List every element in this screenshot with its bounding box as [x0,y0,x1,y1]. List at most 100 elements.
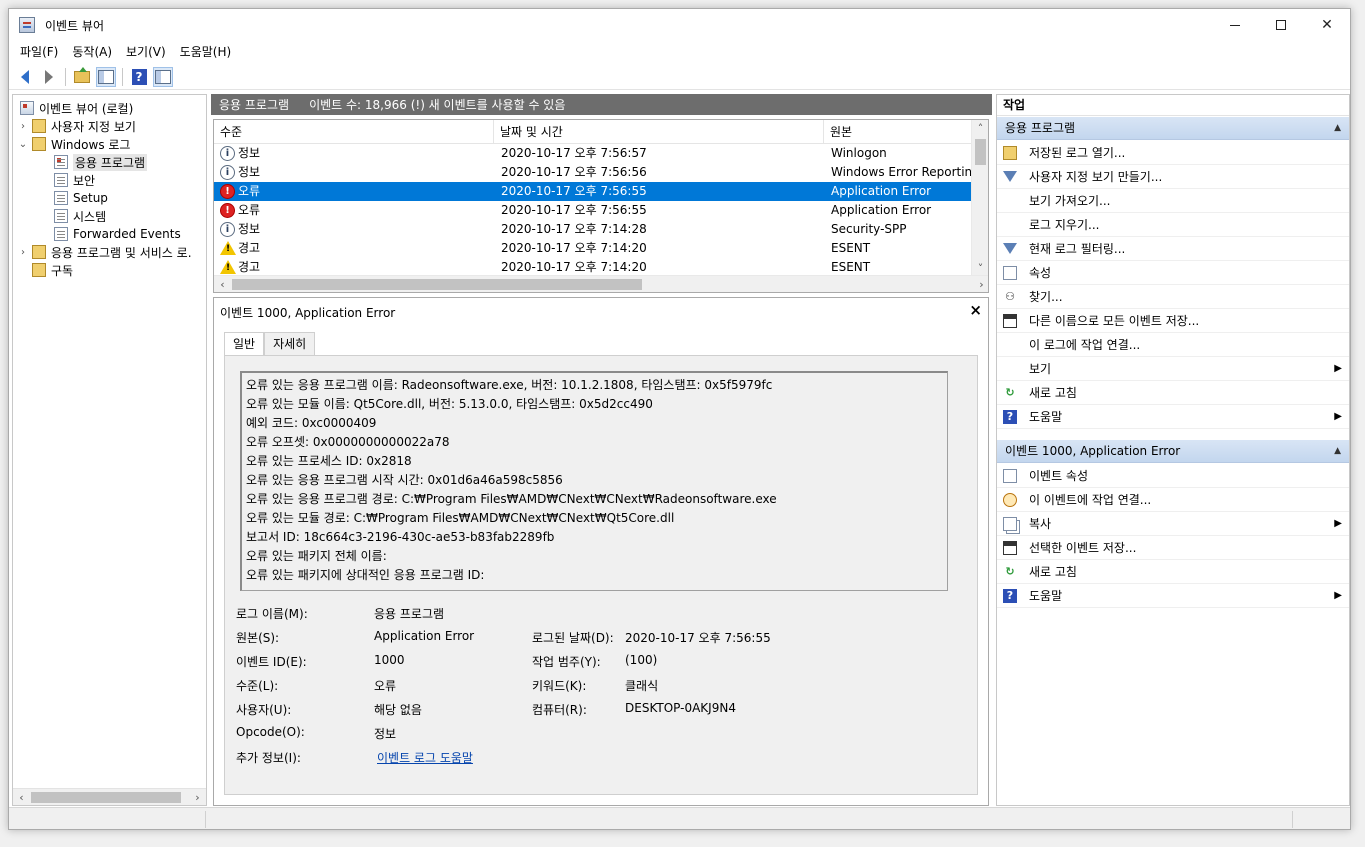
event-row[interactable]: i 정보 2020-10-17 오후 7:14:28 Security-SPP [214,220,972,239]
properties-icon [1003,265,1017,280]
source-cell: ESENT [831,241,871,255]
action-filter-current-log[interactable]: 현재 로그 필터링... [997,237,1349,261]
status-divider [205,811,206,828]
scroll-left-icon[interactable]: ‹ [13,789,30,805]
minimize-button[interactable] [1212,9,1258,41]
info-icon: i [220,146,235,161]
action-help-event[interactable]: ? 도움말 ▶ [997,584,1349,608]
show-hide-action-pane-button[interactable] [153,66,173,87]
tree-item-setup-log[interactable]: Setup [51,189,108,207]
event-row[interactable]: i 정보 2020-10-17 오후 7:56:57 Winlogon [214,144,972,163]
maximize-button[interactable] [1258,9,1304,41]
console-tree: 이벤트 뷰어 (로컬) › 사용자 지정 보기 ⌄ Windows 로그 응용 … [12,94,207,806]
source-cell: Application Error [831,203,932,217]
action-save-all-events-as[interactable]: 다른 이름으로 모든 이벤트 저장... [997,309,1349,333]
general-tab-panel: 오류 있는 응용 프로그램 이름: Radeonsoftware.exe, 버전… [224,355,978,795]
scroll-right-icon[interactable]: › [973,276,988,292]
help-button[interactable]: ? [129,67,149,87]
menu-help[interactable]: 도움말(H) [173,41,239,63]
detail-close-icon[interactable]: × [969,301,982,319]
event-row[interactable]: ! 오류 2020-10-17 오후 7:56:55 Application Erro… [214,182,972,201]
action-event-properties[interactable]: 이벤트 속성 [997,464,1349,488]
action-import-view[interactable]: 보기 가져오기... [997,189,1349,213]
action-help[interactable]: ? 도움말 ▶ [997,405,1349,429]
action-label: 새로 고침 [1029,565,1077,579]
action-label: 사용자 지정 보기 만들기... [1029,170,1163,184]
event-log-help-link[interactable]: 이벤트 로그 도움말 [377,749,473,766]
source-label: 원본(S): [236,631,280,645]
show-hide-tree-button[interactable] [96,66,116,87]
action-create-custom-view[interactable]: 사용자 지정 보기 만들기... [997,165,1349,189]
scroll-right-icon[interactable]: › [189,789,206,805]
scroll-left-icon[interactable]: ‹ [214,276,231,292]
level-cell: 경고 [238,241,261,255]
event-description[interactable]: 오류 있는 응용 프로그램 이름: Radeonsoftware.exe, 버전… [240,371,948,591]
actions-section-application[interactable]: 응용 프로그램 ▲ [997,117,1349,140]
scrollbar-thumb[interactable] [975,139,986,165]
tree-item-label: Windows 로그 [51,137,131,152]
column-header-source[interactable]: 원본 [824,120,972,144]
tree-item-application-log[interactable]: 응용 프로그램 [51,153,148,171]
tab-details[interactable]: 자세히 [264,332,316,355]
menu-file[interactable]: 파일(F) [13,41,65,63]
collapse-caret-icon[interactable]: ▲ [1334,440,1341,463]
event-row[interactable]: ! 경고 2020-10-17 오후 7:14:20 ESENT [214,239,972,258]
description-line: 오류 있는 응용 프로그램 시작 시간: 0x01d6a46a598c5856 [246,473,563,487]
chevron-right-icon[interactable]: › [17,121,29,132]
column-header-datetime[interactable]: 날짜 및 시간 [494,120,824,144]
tree-item-subscriptions[interactable]: 구독 [29,261,73,279]
status-divider [1292,811,1293,828]
close-button[interactable]: ✕ [1304,9,1350,41]
description-line: 오류 있는 응용 프로그램 이름: Radeonsoftware.exe, 버전… [246,378,773,392]
description-line: 보고서 ID: 18c664c3-2196-430c-ae53-b83fab22… [246,530,555,544]
action-copy[interactable]: 복사 ▶ [997,512,1349,536]
menu-view[interactable]: 보기(V) [119,41,173,63]
scrollbar-thumb[interactable] [31,792,181,803]
action-open-saved-log[interactable]: 저장된 로그 열기... [997,141,1349,165]
action-attach-task-to-event[interactable]: 이 이벤트에 작업 연결... [997,488,1349,512]
menu-action[interactable]: 동작(A) [65,41,119,63]
scrollbar-thumb[interactable] [232,279,642,290]
event-row[interactable]: i 정보 2020-10-17 오후 7:56:56 Windows Error Re… [214,163,972,182]
tree-horizontal-scrollbar[interactable]: ‹ › [13,788,206,805]
action-refresh-event[interactable]: ↻ 새로 고침 [997,560,1349,584]
warning-mark: ! [226,263,231,273]
tab-general[interactable]: 일반 [224,332,265,356]
column-header-level[interactable]: 수준 [214,120,494,144]
level-value: 오류 [374,679,397,693]
action-label: 저장된 로그 열기... [1029,146,1126,160]
collapse-caret-icon[interactable]: ▲ [1334,117,1341,140]
actions-section-event[interactable]: 이벤트 1000, Application Error ▲ [997,440,1349,463]
menu-bar: 파일(F) 동작(A) 보기(V) 도움말(H) [9,41,1350,63]
action-clear-log[interactable]: 로그 지우기... [997,213,1349,237]
action-view[interactable]: 보기 ▶ [997,357,1349,381]
scroll-up-icon[interactable]: ˄ [972,120,988,137]
forward-button[interactable] [39,67,59,87]
action-label: 이 이벤트에 작업 연결... [1029,493,1152,507]
tree-item-windows-logs[interactable]: ⌄ Windows 로그 [17,135,130,153]
tree-item-custom-views[interactable]: › 사용자 지정 보기 [17,117,136,135]
action-save-selected-events[interactable]: 선택한 이벤트 저장... [997,536,1349,560]
chevron-right-icon[interactable]: › [17,247,29,258]
blank-icon [1003,362,1017,376]
tree-item-security-log[interactable]: 보안 [51,171,95,189]
chevron-down-icon[interactable]: ⌄ [17,139,29,150]
events-horizontal-scrollbar[interactable]: ‹ › [214,275,988,292]
tree-item-root[interactable]: 이벤트 뷰어 (로컬) [17,99,133,117]
events-vertical-scrollbar[interactable]: ˄ ˅ [971,120,988,277]
action-find[interactable]: ⚇ 찾기... [997,285,1349,309]
filter-icon [1003,171,1017,182]
tree-item-label: 이벤트 뷰어 (로컬) [39,101,134,116]
event-row[interactable]: ! 오류 2020-10-17 오후 7:56:55 Application Erro… [214,201,972,220]
up-folder-button[interactable] [72,66,92,87]
description-line: 오류 있는 패키지 전체 이름: [246,549,387,563]
back-button[interactable] [15,67,35,87]
action-properties[interactable]: 속성 [997,261,1349,285]
action-attach-task-to-log[interactable]: 이 로그에 작업 연결... [997,333,1349,357]
logged-label: 로그된 날짜(D): [532,631,614,645]
action-refresh[interactable]: ↻ 새로 고침 [997,381,1349,405]
tree-item-system-log[interactable]: 시스템 [51,207,106,225]
tree-item-forwarded-events[interactable]: Forwarded Events [51,225,181,243]
tree-item-app-services-logs[interactable]: › 응용 프로그램 및 서비스 로. [17,243,192,261]
show-hide-action-pane-icon [155,69,171,84]
